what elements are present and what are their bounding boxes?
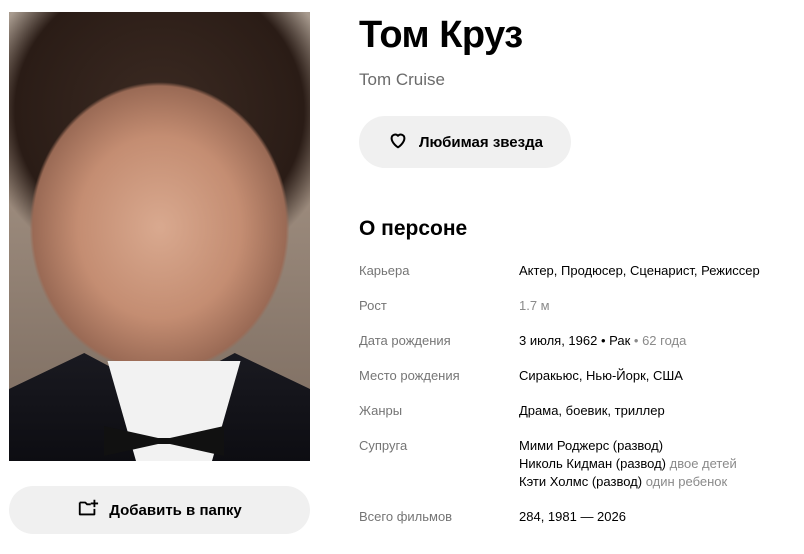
heart-icon	[387, 129, 409, 155]
about-section-title: О персоне	[359, 217, 468, 240]
folder-add-icon	[77, 497, 99, 523]
spouse-item: Мими Роджерс (развод)	[519, 437, 737, 455]
info-value[interactable]: 284, 1981 — 2026	[519, 508, 626, 526]
person-photo	[9, 12, 310, 461]
add-to-folder-button[interactable]: Добавить в папку	[9, 486, 310, 534]
spouse-note: один ребенок	[645, 474, 728, 489]
info-label: Всего фильмов	[359, 509, 453, 524]
info-value: Мими Роджерс (развод) Николь Кидман (раз…	[519, 437, 737, 491]
spouse-item: Кэти Холмс (развод) один ребенок	[519, 473, 737, 491]
separator: •	[630, 333, 643, 348]
age: 62 года	[642, 333, 687, 348]
info-value[interactable]: Драма, боевик, триллер	[519, 402, 665, 420]
person-name: Том Круз	[359, 14, 523, 56]
info-label: Карьера	[359, 263, 410, 278]
info-value: Актер, Продюсер, Сценарист, Режиссер	[519, 263, 760, 278]
info-value[interactable]: Сиракьюс, Нью-Йорк, США	[519, 367, 683, 385]
zodiac-sign[interactable]: Рак	[609, 333, 630, 348]
add-to-folder-label: Добавить в папку	[109, 501, 242, 519]
separator: •	[597, 333, 610, 348]
person-original-name: Tom Cruise	[359, 70, 445, 89]
info-label: Супруга	[359, 438, 408, 453]
favorite-star-button[interactable]: Любимая звезда	[359, 116, 571, 168]
spouse-name[interactable]: Николь Кидман (развод)	[519, 456, 666, 471]
info-label: Дата рождения	[359, 333, 451, 348]
spouse-name[interactable]: Мими Роджерс (развод)	[519, 438, 663, 453]
favorite-star-label: Любимая звезда	[419, 133, 543, 151]
spouse-note: двое детей	[669, 456, 737, 471]
spouse-name[interactable]: Кэти Холмс (развод)	[519, 474, 642, 489]
info-label: Жанры	[359, 403, 403, 418]
info-label: Рост	[359, 298, 387, 313]
info-label: Место рождения	[359, 368, 460, 383]
spouse-item: Николь Кидман (развод) двое детей	[519, 455, 737, 473]
birth-date[interactable]: 3 июля, 1962	[519, 333, 597, 348]
info-value: 1.7 м	[519, 298, 550, 313]
info-value: 3 июля, 1962 • Рак • 62 года	[519, 332, 686, 350]
